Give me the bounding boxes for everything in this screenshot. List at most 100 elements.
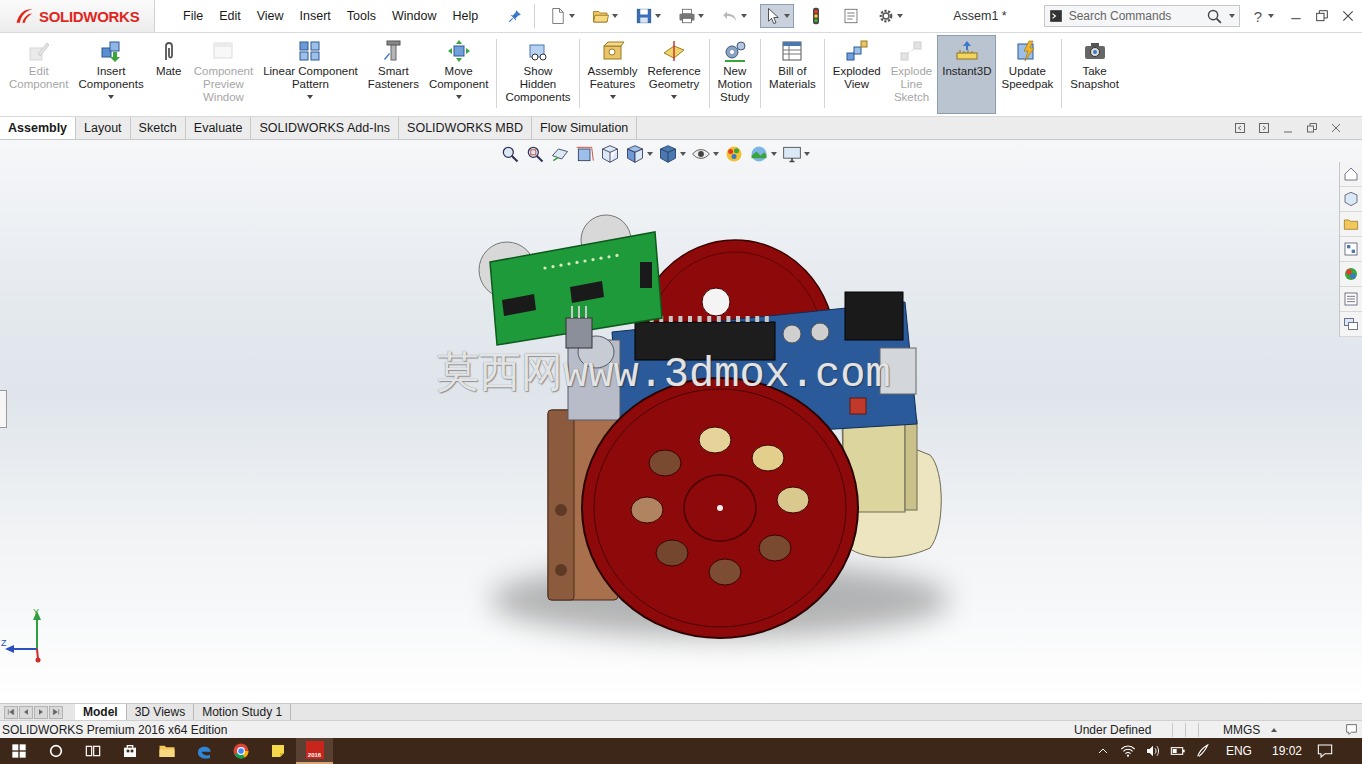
ribbon-button[interactable]: TakeSnapshot [1065, 35, 1124, 114]
command-tab[interactable]: Flow Simulation [532, 117, 637, 139]
command-tab[interactable]: Layout [76, 117, 131, 139]
menu-item[interactable]: Edit [211, 9, 249, 23]
chrome-button[interactable] [222, 738, 259, 764]
battery-button[interactable] [1166, 743, 1191, 759]
ribbon-button[interactable]: UpdateSpeedpak [996, 35, 1058, 114]
view-orientation[interactable] [625, 144, 653, 164]
scene-icon[interactable] [749, 144, 769, 164]
clock[interactable]: 19:02 [1262, 744, 1312, 758]
display-style[interactable] [658, 144, 686, 164]
save-icon[interactable] [635, 7, 653, 25]
chevron-up-icon[interactable] [1097, 745, 1109, 757]
first-arrow-icon[interactable] [7, 708, 15, 716]
rebuild-button[interactable] [803, 4, 829, 28]
model-tab[interactable]: 3D Views [127, 704, 194, 720]
zoom-area[interactable] [525, 144, 545, 164]
action-center-button[interactable] [1312, 743, 1337, 759]
home-icon[interactable] [1343, 166, 1359, 182]
network-button[interactable] [1116, 743, 1141, 759]
view-settings[interactable] [782, 144, 810, 164]
ribbon-button[interactable]: EditComponent [4, 35, 73, 114]
dropdown-caret[interactable] [456, 95, 462, 99]
appearances-icon[interactable] [1343, 266, 1359, 282]
task-pane-tab[interactable] [1340, 162, 1362, 187]
folder-icon[interactable] [1343, 216, 1359, 232]
app-logo[interactable]: SOLIDWORKS [0, 0, 155, 32]
section-view-icon[interactable] [575, 144, 595, 164]
save-button[interactable] [631, 4, 665, 28]
file-properties-button[interactable] [838, 4, 864, 28]
search-commands[interactable]: Search Commands [1044, 5, 1240, 27]
prev-arrow-icon[interactable] [22, 708, 30, 716]
dynamic-annotation[interactable] [600, 144, 620, 164]
ribbon-button[interactable]: AssemblyFeatures [583, 35, 643, 114]
undo-button[interactable] [717, 4, 751, 28]
eye-icon[interactable] [691, 144, 711, 164]
annotation-view-icon[interactable] [600, 144, 620, 164]
restore-icon[interactable] [1314, 8, 1330, 24]
previous-view-icon[interactable] [550, 144, 570, 164]
quick-tips-icon[interactable] [1345, 723, 1358, 736]
task-pane-tab[interactable] [1340, 237, 1362, 262]
properties-icon[interactable] [842, 7, 860, 25]
windows-logo-icon[interactable] [11, 743, 27, 759]
chrome-icon[interactable] [232, 742, 250, 760]
ribbon-button[interactable]: Bill ofMaterials [764, 35, 821, 114]
command-tab[interactable]: SOLIDWORKS MBD [399, 117, 532, 139]
graphics-area[interactable]: 莫西网www.3dmox.comYZ [0, 140, 1362, 703]
dropdown-caret[interactable] [307, 95, 313, 99]
ribbon-button[interactable]: ExplodedView [828, 35, 886, 114]
battery-icon[interactable] [1170, 743, 1186, 759]
dock-left-icon[interactable] [1234, 122, 1246, 134]
restore-icon[interactable] [1306, 122, 1318, 134]
menu-item[interactable]: Help [445, 9, 487, 23]
close-icon[interactable] [1330, 122, 1342, 134]
print-button[interactable] [674, 4, 708, 28]
dropdown-caret[interactable] [610, 95, 616, 99]
design-library-icon[interactable] [1343, 191, 1359, 207]
next-arrow-icon[interactable] [37, 708, 45, 716]
ribbon-button[interactable]: NewMotionStudy [713, 35, 758, 114]
solidworks-taskbar-button[interactable]: 2016 [296, 738, 333, 764]
view-palette-icon[interactable] [1343, 241, 1359, 257]
assembly-model[interactable] [0, 140, 1362, 703]
task-pane-tab[interactable] [1340, 262, 1362, 287]
gear-icon[interactable] [877, 7, 895, 25]
first-tab-button[interactable] [4, 706, 18, 719]
ribbon-button[interactable]: ComponentPreviewWindow [189, 35, 258, 114]
pin-icon[interactable] [508, 9, 522, 23]
file-explorer-button[interactable] [148, 738, 185, 764]
unit-system[interactable]: MMGS [1211, 723, 1271, 737]
minimize-icon[interactable] [1282, 122, 1294, 134]
units-caret[interactable] [1271, 728, 1277, 732]
zoom-fit-icon[interactable] [500, 144, 520, 164]
input-language[interactable]: ENG [1216, 744, 1262, 758]
select-arrow-icon[interactable] [764, 7, 782, 25]
dropdown-caret[interactable] [671, 95, 677, 99]
pin-button[interactable] [508, 9, 522, 23]
ribbon-button[interactable]: InsertComponents [73, 35, 148, 114]
command-tab[interactable]: Assembly [0, 117, 76, 139]
ribbon-button[interactable]: Mate [149, 35, 189, 114]
ribbon-button[interactable]: Instant3D [937, 35, 996, 114]
traffic-light-icon[interactable] [807, 7, 825, 25]
ribbon-button[interactable]: MoveComponent [424, 35, 493, 114]
task-view-icon[interactable] [85, 743, 101, 759]
zoom-to-fit[interactable] [500, 144, 520, 164]
edit-appearance[interactable] [724, 144, 744, 164]
command-tab[interactable]: Evaluate [186, 117, 252, 139]
edge-button[interactable] [185, 738, 222, 764]
prev-tab-button[interactable] [19, 706, 33, 719]
menu-item[interactable]: File [175, 9, 211, 23]
next-tab-button[interactable] [34, 706, 48, 719]
ribbon-button[interactable]: ShowHiddenComponents [500, 35, 575, 114]
display-style-icon[interactable] [658, 144, 678, 164]
command-tab[interactable]: SOLIDWORKS Add-Ins [251, 117, 399, 139]
ribbon-button[interactable]: SmartFasteners [363, 35, 424, 114]
ribbon-button[interactable]: ExplodeLineSketch [886, 35, 938, 114]
pen-workspace-button[interactable] [1191, 743, 1216, 759]
ribbon-button[interactable]: ReferenceGeometry [642, 35, 705, 114]
search-icon[interactable] [1206, 8, 1223, 25]
task-pane-tab[interactable] [1340, 212, 1362, 237]
minimize-icon[interactable] [1288, 8, 1304, 24]
